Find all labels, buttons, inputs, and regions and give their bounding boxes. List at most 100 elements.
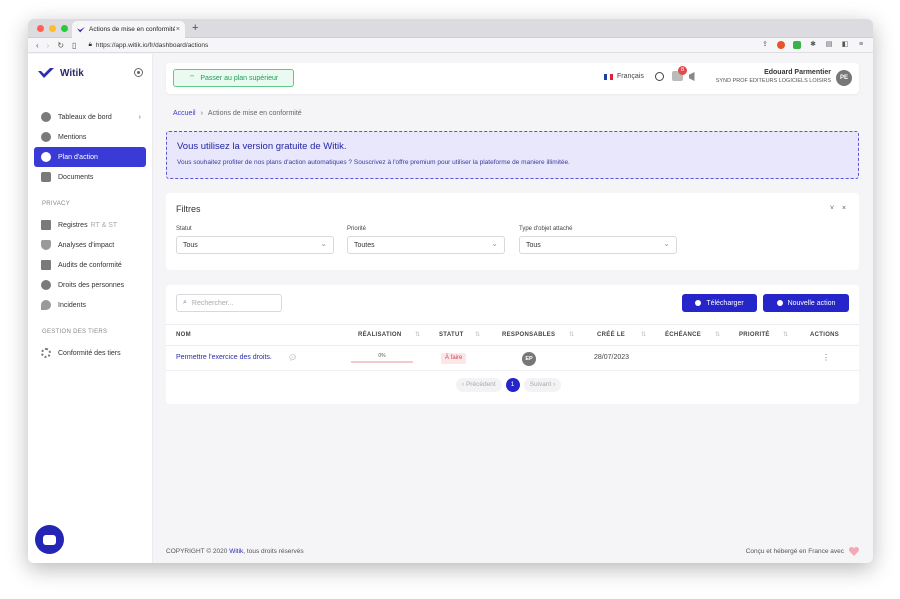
close-tab-icon[interactable]: × (176, 26, 180, 33)
banner-title: Vous utilisez la version gratuite de Wit… (177, 141, 347, 152)
collapse-sidebar-icon[interactable] (134, 68, 143, 77)
previous-page-button[interactable]: ‹ Précédent (456, 378, 502, 392)
sidebar-item-registers[interactable]: Registres RT & ST (34, 215, 146, 235)
new-action-button[interactable]: Nouvelle action (763, 294, 849, 312)
sidebar-item-documents[interactable]: Documents (34, 167, 146, 187)
wallet-icon[interactable]: ▤ (825, 41, 833, 49)
section-third-parties: GESTION DES TIERS (42, 329, 108, 335)
upgrade-label: Passer au plan supérieur (200, 74, 279, 82)
object-type-filter-select[interactable]: Tous (519, 236, 677, 254)
download-label: Télécharger (706, 299, 744, 307)
folder-icon (41, 172, 51, 182)
status-badge: À faire (441, 353, 467, 364)
close-window-button[interactable] (37, 25, 44, 32)
minimize-window-button[interactable] (49, 25, 56, 32)
priority-filter-select[interactable]: Toutes (347, 236, 505, 254)
main-content: ⌔ Passer au plan supérieur Français 8 Ed… (153, 54, 873, 563)
search-input[interactable]: ⌕ Rechercher... (176, 294, 282, 312)
brave-shield-icon[interactable] (777, 41, 785, 49)
tab-title: Actions de mise en conformité (89, 26, 175, 33)
chat-button[interactable] (35, 525, 64, 554)
maximize-window-button[interactable] (61, 25, 68, 32)
user-info[interactable]: Edouard Parmentier SYND PROF EDITEURS LO… (716, 69, 831, 84)
sort-icon[interactable]: ⇅ (415, 331, 420, 338)
close-filters-icon[interactable]: × (842, 205, 846, 212)
sidebar-item-audits[interactable]: Audits de conformité (34, 255, 146, 275)
sidebar-item-label: Registres (58, 221, 88, 229)
privacy-menu: Registres RT & ST Analyses d'impact Audi… (34, 215, 146, 315)
sidebar-item-label: Tableaux de bord (58, 113, 112, 121)
column-due[interactable]: ÉCHÉANCE (665, 332, 701, 338)
browser-tab-bar: Actions de mise en conformité × + (28, 19, 873, 38)
column-priority[interactable]: PRIORITÉ (739, 332, 770, 338)
sidebar-item-rights[interactable]: Droits des personnes (34, 275, 146, 295)
witik-link[interactable]: Witik (229, 548, 243, 555)
sidebar-item-label: Documents (58, 173, 94, 181)
sidebar-item-label: Incidents (58, 301, 87, 309)
table-header: NOM RÉALISATION ⇅ STATUT ⇅ RESPONSABLES … (166, 324, 859, 346)
sort-icon[interactable]: ⇅ (783, 331, 788, 338)
language-selector[interactable]: Français (604, 73, 644, 80)
sidebar-item-mentions[interactable]: Mentions (34, 127, 146, 147)
sidebar-item-impact-analyses[interactable]: Analyses d'impact (34, 235, 146, 255)
share-icon[interactable]: ⇪ (761, 41, 769, 49)
download-button[interactable]: Télécharger (682, 294, 757, 312)
address-bar: ‹ › ↻ ▯ 🔒︎ https://app.witik.io/fr/dashb… (28, 38, 873, 53)
sidebar-item-label: Analyses d'impact (58, 241, 115, 249)
column-progress[interactable]: RÉALISATION (358, 332, 402, 338)
breadcrumb-current: Actions de mise en conformité (207, 110, 302, 117)
menu-icon[interactable]: ≡ (857, 41, 865, 49)
sidebar-item-action-plan[interactable]: Plan d'action (34, 147, 146, 167)
breadcrumb-home[interactable]: Accueil (173, 110, 196, 117)
sort-icon[interactable]: ⇅ (641, 331, 646, 338)
puzzle-icon[interactable]: ✱ (809, 41, 817, 49)
actions-table-card: ⌕ Rechercher... Télécharger Nouvelle act… (166, 285, 859, 404)
next-page-button[interactable]: Suivant › (523, 378, 562, 392)
avatar[interactable]: PE (836, 70, 852, 86)
footer: COPYRIGHT © 2020 Witik, tous droits rése… (166, 548, 859, 555)
brand[interactable]: Witik (38, 67, 84, 79)
url-field[interactable]: 🔒︎ https://app.witik.io/fr/dashboard/act… (88, 41, 208, 49)
sort-icon[interactable]: ⇅ (475, 331, 480, 338)
filters-panel: Filtres ˅ × Statut Tous Priorité Toutes … (166, 193, 859, 270)
window-controls (37, 25, 68, 32)
sort-icon[interactable]: ⇅ (569, 331, 574, 338)
search-placeholder: Rechercher... (191, 299, 234, 307)
column-actions: ACTIONS (810, 332, 840, 338)
more-options-icon[interactable]: ⋮ (822, 353, 830, 362)
search-icon[interactable] (655, 72, 664, 81)
third-party-menu: Conformité des tiers (34, 343, 146, 363)
progress-label: 0% (378, 353, 386, 359)
column-created[interactable]: CRÉÉ LE (597, 332, 625, 338)
new-tab-button[interactable]: + (192, 22, 198, 34)
new-action-label: Nouvelle action (787, 299, 836, 307)
upgrade-button[interactable]: ⌔ Passer au plan supérieur (173, 69, 294, 87)
megaphone-icon[interactable] (689, 72, 695, 81)
extension-green-icon[interactable] (793, 41, 801, 49)
table-row[interactable]: Permettre l'exercice des droits. 💬︎ 0% À… (166, 347, 859, 371)
pagination: ‹ Précédent 1 Suivant › (456, 378, 562, 392)
sidebar-item-dashboards[interactable]: Tableaux de bord › (34, 107, 146, 127)
collapse-filters-icon[interactable]: ˅ (830, 205, 834, 212)
reload-icon[interactable]: ↻ (57, 41, 64, 50)
column-name[interactable]: NOM (176, 332, 191, 338)
sidebar-toggle-icon[interactable]: ◧ (841, 41, 849, 49)
fire-icon (41, 300, 51, 310)
column-status[interactable]: STATUT (439, 332, 464, 338)
sidebar-item-incidents[interactable]: Incidents (34, 295, 146, 315)
plus-icon (776, 300, 783, 306)
action-name-link[interactable]: Permettre l'exercice des droits. (176, 354, 272, 361)
sidebar-item-third-party-compliance[interactable]: Conformité des tiers (34, 343, 146, 363)
sort-icon[interactable]: ⇅ (715, 331, 720, 338)
status-filter-select[interactable]: Tous (176, 236, 334, 254)
breadcrumb: Accueil › Actions de mise en conformité (173, 110, 302, 117)
back-icon[interactable]: ‹ (36, 41, 39, 50)
page-1-button[interactable]: 1 (505, 378, 520, 392)
action-plan-icon (41, 152, 51, 162)
column-responsible[interactable]: RESPONSABLES (502, 332, 555, 338)
bookmark-icon[interactable]: ▯ (72, 41, 76, 50)
forward-icon[interactable]: › (47, 41, 50, 50)
browser-tab[interactable]: Actions de mise en conformité × (72, 21, 185, 38)
comment-icon[interactable]: 💬︎ (288, 354, 297, 362)
notifications-icon[interactable]: 8 (672, 66, 687, 81)
